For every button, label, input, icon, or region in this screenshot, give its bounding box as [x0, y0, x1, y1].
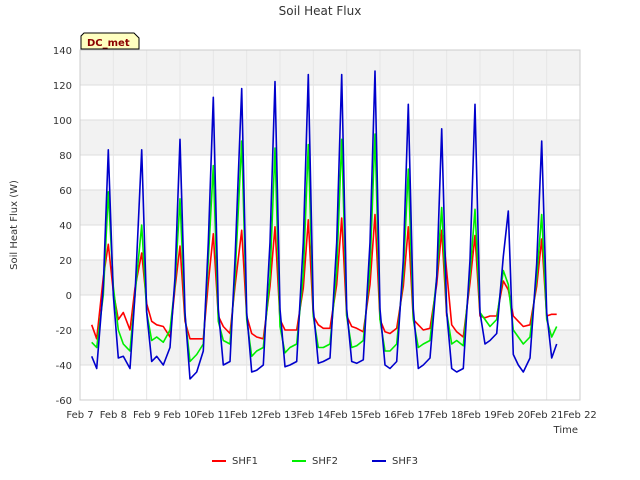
x-tick-label: Feb 9: [133, 410, 160, 421]
legend-label-shf2: SHF2: [312, 456, 338, 467]
y-tick-label: 120: [53, 81, 72, 92]
y-tick-label: 0: [66, 291, 72, 302]
x-axis-ticks: Feb 7 Feb 8 Feb 9 Feb 10 Feb 11 Feb 12 Feb 13 F…: [66, 410, 596, 421]
x-tick-label: Feb 14: [297, 410, 331, 421]
y-tick-label: 60: [59, 186, 72, 197]
x-tick-label: Feb 12: [230, 410, 264, 421]
x-tick-label: Feb 13: [263, 410, 297, 421]
legend-label-shf1: SHF1: [232, 456, 258, 467]
plot-band: [80, 190, 580, 225]
x-tick-label: Feb 22: [563, 410, 597, 421]
x-tick-label: Feb 20: [497, 410, 531, 421]
y-tick-label: 80: [59, 151, 72, 162]
soil-heat-flux-chart: Soil Heat Flux -60 -40 -20 0 20 40 60 80 100 120 1…: [0, 0, 640, 480]
plot-band: [80, 50, 580, 85]
x-axis-label: Time: [553, 425, 578, 436]
y-tick-label: -20: [56, 326, 72, 337]
y-tick-label: -60: [56, 396, 72, 407]
x-tick-label: Feb 15: [330, 410, 364, 421]
y-tick-label: 40: [59, 221, 72, 232]
site-tag-text: DC_met: [87, 38, 130, 49]
x-tick-label: Feb 17: [397, 410, 431, 421]
x-tick-label: Feb 10: [163, 410, 197, 421]
x-tick-label: Feb 21: [530, 410, 564, 421]
x-tick-label: Feb 11: [197, 410, 231, 421]
y-tick-label: -40: [56, 361, 72, 372]
x-tick-label: Feb 16: [363, 410, 397, 421]
plot-band: [80, 120, 580, 155]
chart-title: Soil Heat Flux: [279, 4, 362, 18]
x-tick-label: Feb 7: [66, 410, 93, 421]
y-tick-label: 140: [53, 46, 72, 57]
site-tag: DC_met: [80, 32, 140, 50]
y-tick-label: 20: [59, 256, 72, 267]
y-tick-label: 100: [53, 116, 72, 127]
legend-label-shf3: SHF3: [392, 456, 418, 467]
y-axis-label: Soil Heat Flux (W): [9, 180, 20, 270]
x-tick-label: Feb 18: [430, 410, 464, 421]
x-tick-label: Feb 8: [100, 410, 127, 421]
x-tick-label: Feb 19: [463, 410, 497, 421]
